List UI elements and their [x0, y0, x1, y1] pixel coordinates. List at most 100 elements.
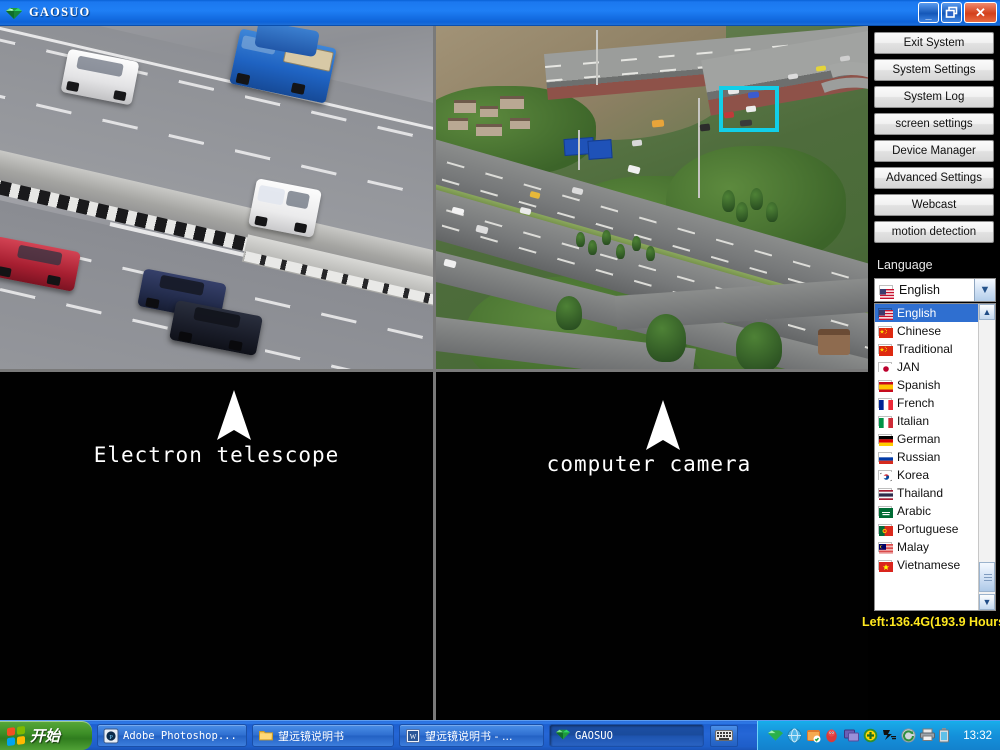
language-option-jan[interactable]: JAN — [875, 358, 978, 376]
video-grid: Electron telescope computer camera — [0, 26, 1000, 720]
language-option-arabic[interactable]: Arabic — [875, 502, 978, 520]
scene-highway-traffic — [0, 26, 433, 369]
photoshop-icon: P — [103, 728, 119, 743]
flag-cn-icon — [878, 326, 893, 338]
close-button[interactable]: ✕ — [964, 2, 997, 23]
restore-icon — [942, 3, 961, 22]
flag-fr-icon — [878, 398, 893, 410]
language-option-thailand[interactable]: Thailand — [875, 484, 978, 502]
language-option-vietnamese[interactable]: Vietnamese — [875, 556, 978, 574]
restore-button[interactable] — [941, 2, 962, 23]
scroll-down-button[interactable]: ▼ — [979, 594, 995, 610]
language-option-label: Vietnamese — [897, 558, 961, 572]
flag-es-icon — [878, 380, 893, 392]
device-manager-button[interactable]: Device Manager — [874, 140, 994, 162]
language-option-french[interactable]: French — [875, 394, 978, 412]
exit-system-button[interactable]: Exit System — [874, 32, 994, 54]
dropdown-scrollbar[interactable]: ▲ ▼ — [978, 304, 995, 610]
word-doc-icon: W — [406, 728, 420, 743]
clock[interactable]: 13:32 — [963, 730, 992, 742]
language-option-spanish[interactable]: Spanish — [875, 376, 978, 394]
video-panel-top-left[interactable] — [0, 26, 433, 369]
language-dropdown-list[interactable]: English Chinese Traditional JAN Spanish Frenc… — [874, 303, 996, 611]
language-option-label: English — [897, 306, 937, 320]
system-settings-button[interactable]: System Settings — [874, 59, 994, 81]
language-option-korea[interactable]: Korea — [875, 466, 978, 484]
window-controls: _ ✕ — [918, 2, 997, 23]
webcast-button[interactable]: Webcast — [874, 194, 994, 216]
video-panel-top-right[interactable] — [436, 26, 868, 369]
advanced-settings-button[interactable]: Advanced Settings — [874, 167, 994, 189]
globe-icon[interactable] — [787, 728, 802, 743]
gem-icon — [556, 729, 570, 743]
xunlei-icon[interactable] — [882, 728, 897, 743]
video-panel-bottom-left[interactable]: Electron telescope — [0, 372, 433, 720]
language-option-malay[interactable]: Malay — [875, 538, 978, 556]
taskbar-item-4[interactable]: GAOSUO — [549, 724, 704, 747]
flag-sa-icon — [878, 506, 893, 518]
video-panel-bottom-right[interactable]: computer camera — [436, 372, 868, 720]
control-sidebar: Exit System System Settings System Log s… — [862, 26, 1000, 720]
svg-text:P: P — [109, 734, 113, 741]
window-title: GAOSUO — [29, 5, 91, 19]
flag-cn-icon — [878, 344, 893, 356]
language-option-russian[interactable]: Russian — [875, 448, 978, 466]
language-option-label: Malay — [897, 540, 930, 554]
language-option-german[interactable]: German — [875, 430, 978, 448]
language-select[interactable]: English ▼ — [874, 278, 996, 302]
language-option-label: Russian — [897, 450, 941, 464]
language-option-italian[interactable]: Italian — [875, 412, 978, 430]
qq-penguin-icon[interactable] — [825, 728, 840, 743]
refresh-icon[interactable] — [901, 728, 916, 743]
language-option-label: JAN — [897, 360, 920, 374]
language-option-label: Thailand — [897, 486, 944, 500]
taskbar-item-3[interactable]: W 望远镜说明书 - ... — [399, 724, 544, 747]
antivirus-shield-icon[interactable] — [806, 728, 821, 743]
close-icon: ✕ — [975, 5, 986, 20]
start-button[interactable]: 开始 — [0, 721, 92, 750]
minimize-button[interactable]: _ — [918, 2, 939, 23]
no-signal-panel: Electron telescope — [0, 372, 433, 720]
no-signal-panel: computer camera — [436, 372, 868, 720]
language-option-traditional[interactable]: Traditional — [875, 340, 978, 358]
language-option-label: Portuguese — [897, 522, 959, 536]
scrollbar-thumb[interactable] — [979, 562, 995, 592]
language-selected-value: English — [899, 283, 940, 297]
gem-icon — [5, 4, 23, 22]
battery-icon[interactable] — [939, 728, 954, 743]
windows-logo-icon — [7, 725, 25, 746]
language-option-chinese[interactable]: Chinese — [875, 322, 978, 340]
flag-jp-icon — [878, 362, 893, 374]
chevron-down-icon[interactable]: ▼ — [974, 279, 995, 301]
disk-status-text: Left:136.4G(193.9 Hours) — [862, 615, 1000, 629]
flag-th-icon — [878, 488, 893, 500]
language-option-portuguese[interactable]: Portuguese — [875, 520, 978, 538]
roi-selection-box[interactable] — [719, 86, 779, 132]
system-tray: 13:32 — [757, 720, 1000, 750]
taskbar-item-2[interactable]: 望远镜说明书 — [252, 724, 394, 747]
svg-text:W: W — [410, 733, 417, 741]
network-monitor-icon[interactable] — [844, 728, 860, 743]
taskbar-item-label: Adobe Photoshop... — [123, 729, 237, 742]
taskbar-item-label: 望远镜说明书 - ... — [425, 729, 513, 743]
title-bar: GAOSUO _ ✕ — [0, 0, 1000, 26]
printer-icon[interactable] — [920, 728, 936, 743]
gem-icon[interactable] — [768, 728, 784, 743]
taskbar-item-1[interactable]: P Adobe Photoshop... — [97, 724, 247, 747]
update-plus-icon[interactable] — [863, 728, 878, 743]
language-label: Language — [877, 258, 933, 272]
minimize-icon: _ — [925, 9, 932, 21]
flag-ru-icon — [878, 452, 893, 464]
screen-settings-button[interactable]: screen settings — [874, 113, 994, 135]
scroll-up-button[interactable]: ▲ — [979, 304, 995, 320]
flag-us-icon — [879, 285, 894, 299]
keyboard-icon[interactable] — [710, 724, 738, 747]
motion-detection-button[interactable]: motion detection — [874, 221, 994, 243]
panel-overlay-label: computer camera — [546, 452, 752, 476]
taskbar-item-label: 望远镜说明书 — [278, 729, 344, 743]
application-window: GAOSUO _ ✕ Electron telescope computer c… — [0, 0, 1000, 750]
flag-pt-icon — [878, 524, 893, 536]
language-option-english[interactable]: English — [875, 304, 978, 322]
system-log-button[interactable]: System Log — [874, 86, 994, 108]
folder-icon — [259, 729, 273, 743]
